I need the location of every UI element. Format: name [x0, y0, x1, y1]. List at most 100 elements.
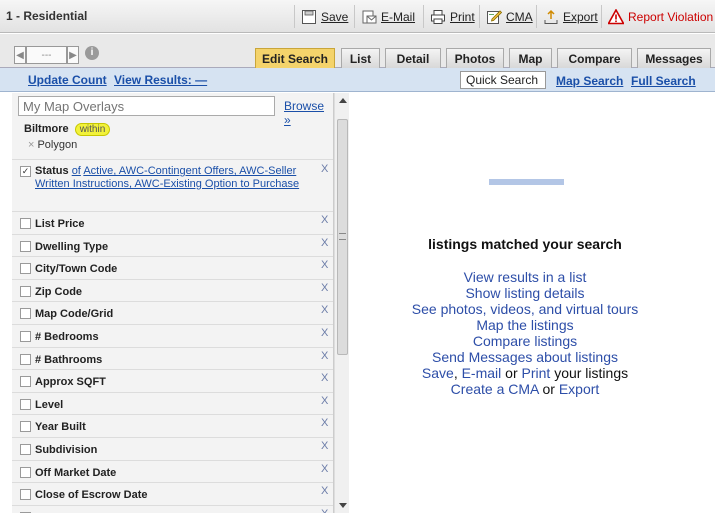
criteria-checkbox[interactable]	[20, 218, 31, 229]
criteria-checkbox[interactable]	[20, 421, 31, 433]
remove-criteria-icon[interactable]: X	[321, 350, 328, 362]
tab-bar: ◀ --- ▶ i Edit Search List Detail Photos…	[0, 34, 715, 68]
scroll-down-icon[interactable]	[339, 503, 347, 508]
title-bar: 1 - Residential Save E-Mail Print CMA Ex…	[0, 0, 715, 33]
count-placeholder	[489, 179, 564, 185]
search-toolbar: Update Count View Results: — Quick Searc…	[0, 68, 715, 102]
criteria-checkbox[interactable]	[20, 308, 31, 320]
export-label: Export	[563, 9, 598, 24]
save-icon	[301, 9, 317, 25]
criteria-label: City/Town Code	[35, 263, 118, 276]
print-link[interactable]: Print	[522, 365, 551, 381]
prev-button[interactable]: ◀	[14, 46, 26, 64]
remove-criteria-icon[interactable]: X	[321, 417, 328, 429]
map-overlays-input[interactable]	[18, 96, 275, 116]
view-list-link[interactable]: View results in a list	[350, 269, 700, 285]
info-icon[interactable]: i	[85, 46, 99, 60]
browse-link[interactable]: Browse »	[284, 99, 333, 127]
criteria-row: List Price X	[12, 211, 333, 234]
criteria-checkbox[interactable]	[20, 285, 31, 297]
tab-map[interactable]: Map	[509, 48, 552, 68]
export-icon	[543, 9, 559, 25]
map-search-link[interactable]: Map Search	[556, 74, 623, 88]
export-button[interactable]: Export	[536, 5, 598, 28]
criteria-row: # Bathrooms X	[12, 346, 333, 370]
status-checkbox[interactable]: ✓	[20, 166, 31, 177]
print-label: Print	[450, 9, 475, 24]
email-link[interactable]: E-mail	[462, 365, 502, 381]
criteria-checkbox[interactable]	[20, 444, 31, 455]
remove-criteria-icon[interactable]: X	[321, 304, 328, 316]
criteria-label: Close of Escrow Date	[35, 489, 148, 502]
arrow-left-icon: ◀	[16, 49, 24, 61]
criteria-checkbox[interactable]	[20, 489, 31, 501]
location-name: Biltmore	[24, 123, 69, 135]
cma-icon	[486, 9, 503, 25]
or-text: or	[505, 365, 518, 381]
criteria-checkbox[interactable]	[20, 263, 31, 275]
map-listings-link[interactable]: Map the listings	[350, 317, 700, 333]
remove-criteria-icon[interactable]: X	[321, 508, 328, 513]
full-search-link[interactable]: Full Search	[631, 74, 696, 88]
status-criteria-row: ✓ Status of Active, AWC-Contingent Offer…	[12, 159, 333, 211]
tab-edit-search[interactable]: Edit Search	[255, 48, 335, 68]
compare-link[interactable]: Compare listings	[350, 333, 700, 349]
email-label: E-Mail	[381, 9, 416, 24]
email-button[interactable]: E-Mail	[354, 5, 415, 28]
report-violation-button[interactable]: Report Violation	[601, 5, 713, 28]
email-icon	[361, 9, 377, 25]
print-icon	[430, 9, 446, 25]
remove-criteria-icon[interactable]: X	[321, 282, 328, 294]
criteria-checkbox[interactable]	[20, 398, 31, 410]
criteria-label: Dwelling Type	[35, 240, 109, 253]
remove-criteria-icon[interactable]: X	[321, 259, 328, 271]
your-listings-text: your listings	[554, 365, 629, 381]
tab-photos[interactable]: Photos	[446, 48, 504, 68]
messages-link[interactable]: Send Messages about listings	[350, 349, 700, 365]
view-results-link[interactable]: View Results: —	[114, 73, 207, 87]
save-link[interactable]: Save	[422, 365, 454, 381]
criteria-row: Dwelling Type X	[12, 233, 333, 257]
criteria-checkbox[interactable]	[20, 353, 31, 365]
report-label: Report Violation	[628, 9, 714, 24]
print-button[interactable]: Print	[423, 5, 475, 28]
criteria-checkbox[interactable]	[20, 376, 31, 388]
or-text-2: or	[542, 381, 555, 397]
remove-status-icon[interactable]: X	[321, 163, 328, 175]
tab-messages[interactable]: Messages	[637, 48, 711, 68]
next-button[interactable]: ▶	[67, 46, 79, 64]
remove-criteria-icon[interactable]: X	[321, 372, 328, 384]
tab-list[interactable]: List	[341, 48, 380, 68]
remove-criteria-icon[interactable]: X	[321, 214, 328, 226]
create-cma-link[interactable]: Create a CMA	[451, 381, 539, 397]
remove-criteria-icon[interactable]: X	[321, 327, 328, 339]
criteria-row: # Bedrooms X	[12, 324, 333, 347]
quick-search-dropdown[interactable]: Quick Search ▼	[460, 71, 546, 102]
tab-compare[interactable]: Compare	[557, 48, 632, 68]
page-input[interactable]: ---	[26, 46, 67, 64]
within-badge[interactable]: within	[74, 123, 111, 136]
remove-criteria-icon[interactable]: X	[321, 395, 328, 407]
tab-detail[interactable]: Detail	[385, 48, 441, 68]
save-label: Save	[321, 9, 349, 24]
remove-criteria-icon[interactable]: X	[321, 485, 328, 497]
export-link[interactable]: Export	[559, 381, 599, 397]
show-details-link[interactable]: Show listing details	[350, 285, 700, 301]
save-button[interactable]: Save	[294, 5, 348, 28]
location-criteria: Biltmore within	[24, 123, 111, 136]
status-of[interactable]: of	[72, 165, 81, 177]
criteria-scrollbar[interactable]	[334, 93, 349, 513]
remove-criteria-icon[interactable]: X	[321, 440, 328, 452]
comma-separator: ,	[453, 365, 458, 381]
update-count-link[interactable]: Update Count	[28, 73, 107, 87]
criteria-checkbox[interactable]	[20, 466, 31, 478]
remove-polygon-icon[interactable]: ×	[28, 139, 34, 151]
scroll-up-icon[interactable]	[339, 98, 347, 103]
remove-criteria-icon[interactable]: X	[321, 237, 328, 249]
cma-button[interactable]: CMA	[479, 5, 533, 28]
results-panel: listings matched your search View result…	[350, 93, 715, 513]
remove-criteria-icon[interactable]: X	[321, 463, 328, 475]
criteria-checkbox[interactable]	[20, 240, 31, 252]
photos-link[interactable]: See photos, videos, and virtual tours	[350, 301, 700, 317]
criteria-checkbox[interactable]	[20, 331, 31, 342]
